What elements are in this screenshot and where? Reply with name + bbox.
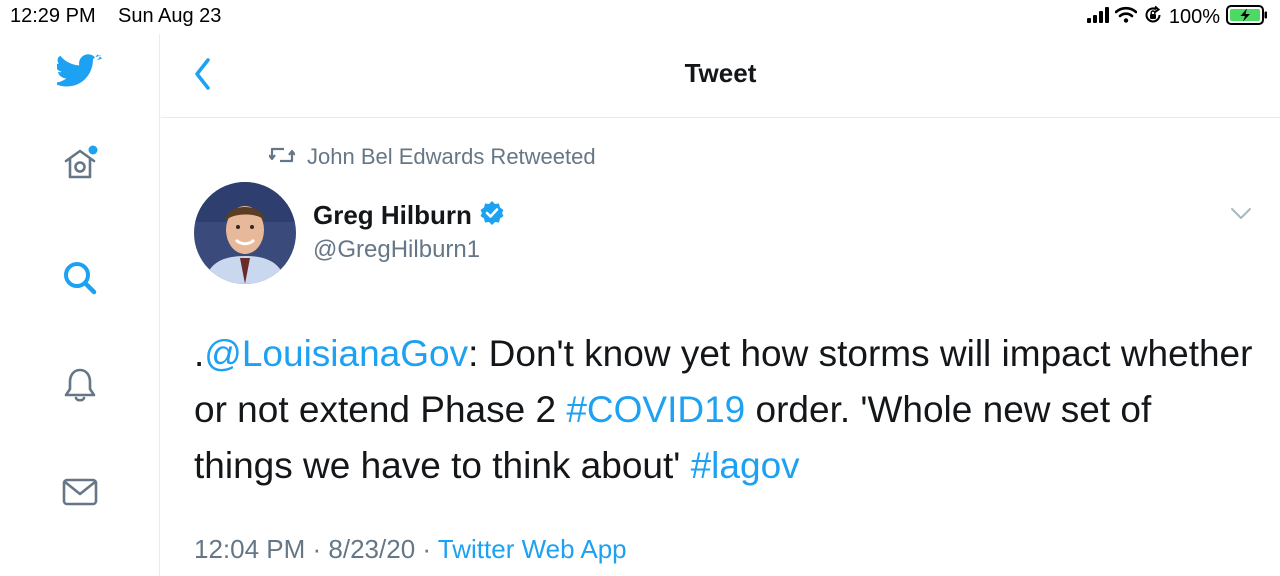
tweet-metadata: 12:04 PM · 8/23/20 · Twitter Web App [194,534,627,565]
author-name[interactable]: Greg Hilburn [313,200,472,231]
status-indicators: 100% [1086,4,1268,30]
author-name-row[interactable]: Greg Hilburn [313,199,506,232]
retweeted-by-link[interactable]: John Bel Edwards Retweeted [307,144,596,170]
tweet-text: .@LouisianaGov: Don't know yet how storm… [194,326,1254,494]
wifi-icon [1114,6,1138,28]
tweet-time: 12:04 PM [194,534,306,564]
cellular-signal-icon [1086,6,1109,28]
twitter-bird-icon[interactable] [56,54,103,92]
tweet-options-button[interactable] [1225,204,1257,228]
status-date: Sun Aug 23 [118,5,222,27]
orientation-lock-icon [1143,5,1163,30]
status-bar: 12:29 PM Sun Aug 23 100% [0,0,1280,34]
tweet-source-link[interactable]: Twitter Web App [438,534,627,564]
hashtag-link-covid19[interactable]: #COVID19 [566,389,745,430]
mention-link[interactable]: @LouisianaGov [204,333,468,374]
page-header: Tweet [161,34,1280,118]
notification-dot [88,145,97,155]
search-icon[interactable] [60,258,100,298]
status-time: 12:29 PM [10,5,96,27]
verified-badge-icon [478,199,506,232]
page-title: Tweet [684,58,757,88]
author-handle[interactable]: @GregHilburn1 [313,236,480,264]
tweet-date: 8/23/20 [328,534,416,564]
battery-charging-icon [1226,4,1268,30]
battery-percentage: 100% [1168,5,1220,28]
chevron-down-icon [1230,207,1252,226]
hashtag-link-lagov[interactable]: #lagov [691,445,800,486]
meta-separator: · [415,534,438,564]
bell-icon[interactable] [60,364,100,404]
retweet-icon [268,145,296,170]
mail-icon[interactable] [60,472,100,512]
meta-separator: · [305,534,329,564]
text-prefix: . [194,333,205,374]
home-icon[interactable] [60,144,100,184]
tweet-detail-panel: Tweet John Bel Edwards Retweeted Greg Hi… [161,34,1280,576]
sidebar-nav [0,34,160,576]
retweet-context: John Bel Edwards Retweeted [268,144,596,170]
avatar[interactable] [194,182,296,284]
